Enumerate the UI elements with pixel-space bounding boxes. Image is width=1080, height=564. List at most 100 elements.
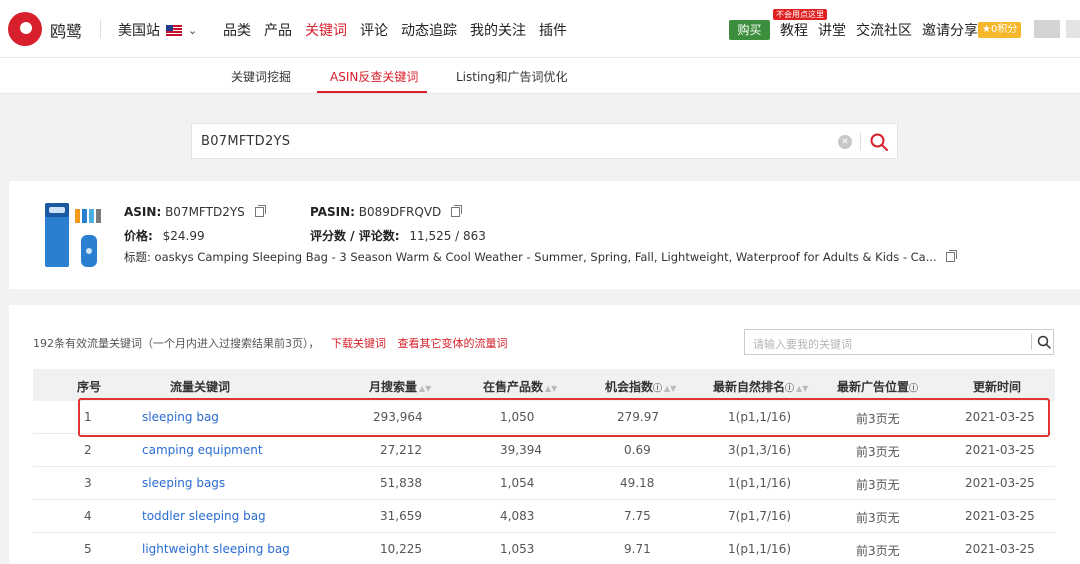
cell-ad-position: 前3页无 [856, 511, 900, 525]
cell-products: 4,083 [500, 509, 535, 523]
cell-keyword[interactable]: toddler sleeping bag [142, 509, 266, 523]
community-link[interactable]: 交流社区 [856, 20, 912, 40]
site-label: 美国站 [118, 23, 160, 39]
cell-products: 1,053 [500, 542, 535, 556]
highlight-box [78, 398, 1050, 437]
cell-keyword[interactable]: lightweight sleeping bag [142, 542, 290, 556]
tutorial-link[interactable]: 教程 [780, 20, 808, 40]
cell-index: 3 [84, 476, 92, 490]
tab-listing-optimize[interactable]: Listing和广告词优化 [456, 68, 568, 85]
product-card: ASIN: B07MFTD2YS PASIN: B089DFRQVD 价格: $… [9, 181, 1080, 289]
points-badge[interactable]: ★0积分 [978, 22, 1022, 38]
help-icon: ⓘ [653, 384, 663, 394]
help-icon: ⓘ [909, 384, 919, 394]
menu-item-plugin[interactable]: 插件 [539, 20, 567, 40]
divider [1031, 334, 1032, 350]
cell-index: 4 [84, 509, 92, 523]
brand-logo[interactable] [8, 12, 42, 46]
avatar[interactable] [1034, 20, 1060, 38]
cell-opportunity: 7.75 [624, 509, 651, 523]
table-row: 5 lightweight sleeping bag 10,225 1,053 … [33, 533, 1055, 564]
lecture-link[interactable]: 讲堂 [818, 20, 846, 40]
asin-field: ASIN: B07MFTD2YS [124, 205, 266, 219]
asin-search-input[interactable]: B07MFTD2YS [201, 134, 290, 149]
col-opportunity-index[interactable]: 机会指数ⓘ ▲▼ [605, 378, 676, 395]
variant-keywords-link[interactable]: 查看其它变体的流量词 [398, 337, 508, 350]
cell-index: 2 [84, 443, 92, 457]
product-image[interactable] [43, 199, 113, 271]
cell-keyword[interactable]: sleeping bags [142, 476, 225, 490]
cell-updated: 2021-03-25 [965, 509, 1035, 523]
copy-icon[interactable] [451, 205, 463, 217]
cell-monthly-search: 10,225 [380, 542, 422, 556]
keyword-filter-box[interactable]: 请输入要我的关键词 [744, 329, 1054, 355]
asin-label: ASIN: [124, 205, 162, 219]
cell-index: 5 [84, 542, 92, 556]
menu-item-review[interactable]: 评论 [360, 20, 388, 40]
cell-keyword[interactable]: camping equipment [142, 443, 263, 457]
search-icon[interactable] [868, 131, 890, 153]
result-summary: 192条有效流量关键词（一个月内进入过搜索结果前3页）， 下载关键词 查看其它变… [33, 335, 508, 351]
menu-item-category[interactable]: 品类 [223, 20, 251, 40]
sort-icon: ▲▼ [796, 384, 809, 393]
user-menu[interactable] [1066, 20, 1080, 38]
download-keywords-link[interactable]: 下载关键词 [331, 337, 386, 350]
keyword-filter-input[interactable]: 请输入要我的关键词 [753, 336, 852, 352]
main-menu: 品类 产品 关键词 评论 动态追踪 我的关注 插件 [223, 20, 567, 40]
col-updated: 更新时间 [973, 380, 1022, 394]
col-products-on-sale[interactable]: 在售产品数 ▲▼ [483, 378, 557, 395]
menu-item-keyword[interactable]: 关键词 [305, 20, 347, 40]
sub-nav: 关键词挖掘 ASIN反查关键词 Listing和广告词优化 [0, 58, 1080, 94]
chevron-down-icon: ⌄ [188, 23, 198, 37]
cell-products: 39,394 [500, 443, 542, 457]
summary-text: 192条有效流量关键词（一个月内进入过搜索结果前3页）， [33, 337, 320, 350]
help-badge[interactable]: 不会用点这里 [773, 9, 827, 20]
title-value: oaskys Camping Sleeping Bag - 3 Season W… [154, 250, 937, 264]
sort-icon: ▲▼ [664, 384, 677, 393]
rating-label: 评分数 / 评论数: [310, 229, 400, 243]
title-label: 标题: [124, 250, 151, 264]
pasin-label: PASIN: [310, 205, 355, 219]
us-flag-icon [166, 24, 182, 36]
col-monthly-search[interactable]: 月搜索量 ▲▼ [369, 378, 431, 395]
cell-organic-rank: 3(p1,3/16) [728, 443, 792, 457]
divider [860, 133, 861, 150]
cell-opportunity: 0.69 [624, 443, 651, 457]
cell-organic-rank: 7(p1,7/16) [728, 509, 792, 523]
copy-icon[interactable] [254, 205, 266, 217]
col-organic-rank[interactable]: 最新自然排名ⓘ ▲▼ [713, 378, 808, 395]
col-ad-position: 最新广告位置ⓘ [837, 380, 919, 394]
menu-item-product[interactable]: 产品 [264, 20, 292, 40]
menu-item-following[interactable]: 我的关注 [470, 20, 526, 40]
invite-link[interactable]: 邀请分享 [922, 20, 978, 40]
cell-ad-position: 前3页无 [856, 445, 900, 459]
top-nav: 鸥鹭 美国站 ⌄ 品类 产品 关键词 评论 动态追踪 我的关注 插件 购买 不会… [0, 0, 1080, 58]
clear-icon[interactable]: ✕ [838, 135, 852, 149]
sort-icon: ▲▼ [545, 384, 558, 393]
pasin-field: PASIN: B089DFRQVD [310, 205, 463, 219]
star-icon: ★ [982, 24, 991, 35]
menu-item-tracking[interactable]: 动态追踪 [401, 20, 457, 40]
divider [100, 20, 101, 38]
cell-opportunity: 9.71 [624, 542, 651, 556]
cell-ad-position: 前3页无 [856, 478, 900, 492]
rating-field: 评分数 / 评论数: 11,525 / 863 [310, 227, 486, 244]
tab-asin-reverse[interactable]: ASIN反查关键词 [330, 68, 418, 85]
cell-organic-rank: 1(p1,1/16) [728, 542, 792, 556]
pasin-value: B089DFRQVD [358, 205, 442, 219]
right-links: 教程 讲堂 交流社区 邀请分享 [780, 20, 978, 40]
cell-opportunity: 49.18 [620, 476, 655, 490]
cell-updated: 2021-03-25 [965, 443, 1035, 457]
cell-products: 1,054 [500, 476, 535, 490]
asin-search-box[interactable]: B07MFTD2YS ✕ [191, 123, 898, 159]
col-keyword: 流量关键词 [170, 380, 231, 394]
cell-updated: 2021-03-25 [965, 476, 1035, 490]
price-label: 价格: [124, 229, 153, 243]
buy-button[interactable]: 购买 [729, 20, 770, 40]
site-selector[interactable]: 美国站 ⌄ [118, 20, 197, 40]
tab-keyword-mining[interactable]: 关键词挖掘 [231, 68, 291, 85]
search-icon[interactable] [1036, 334, 1052, 350]
cell-organic-rank: 1(p1,1/16) [728, 476, 792, 490]
copy-icon[interactable] [946, 250, 958, 262]
table-row: 4 toddler sleeping bag 31,659 4,083 7.75… [33, 500, 1055, 533]
